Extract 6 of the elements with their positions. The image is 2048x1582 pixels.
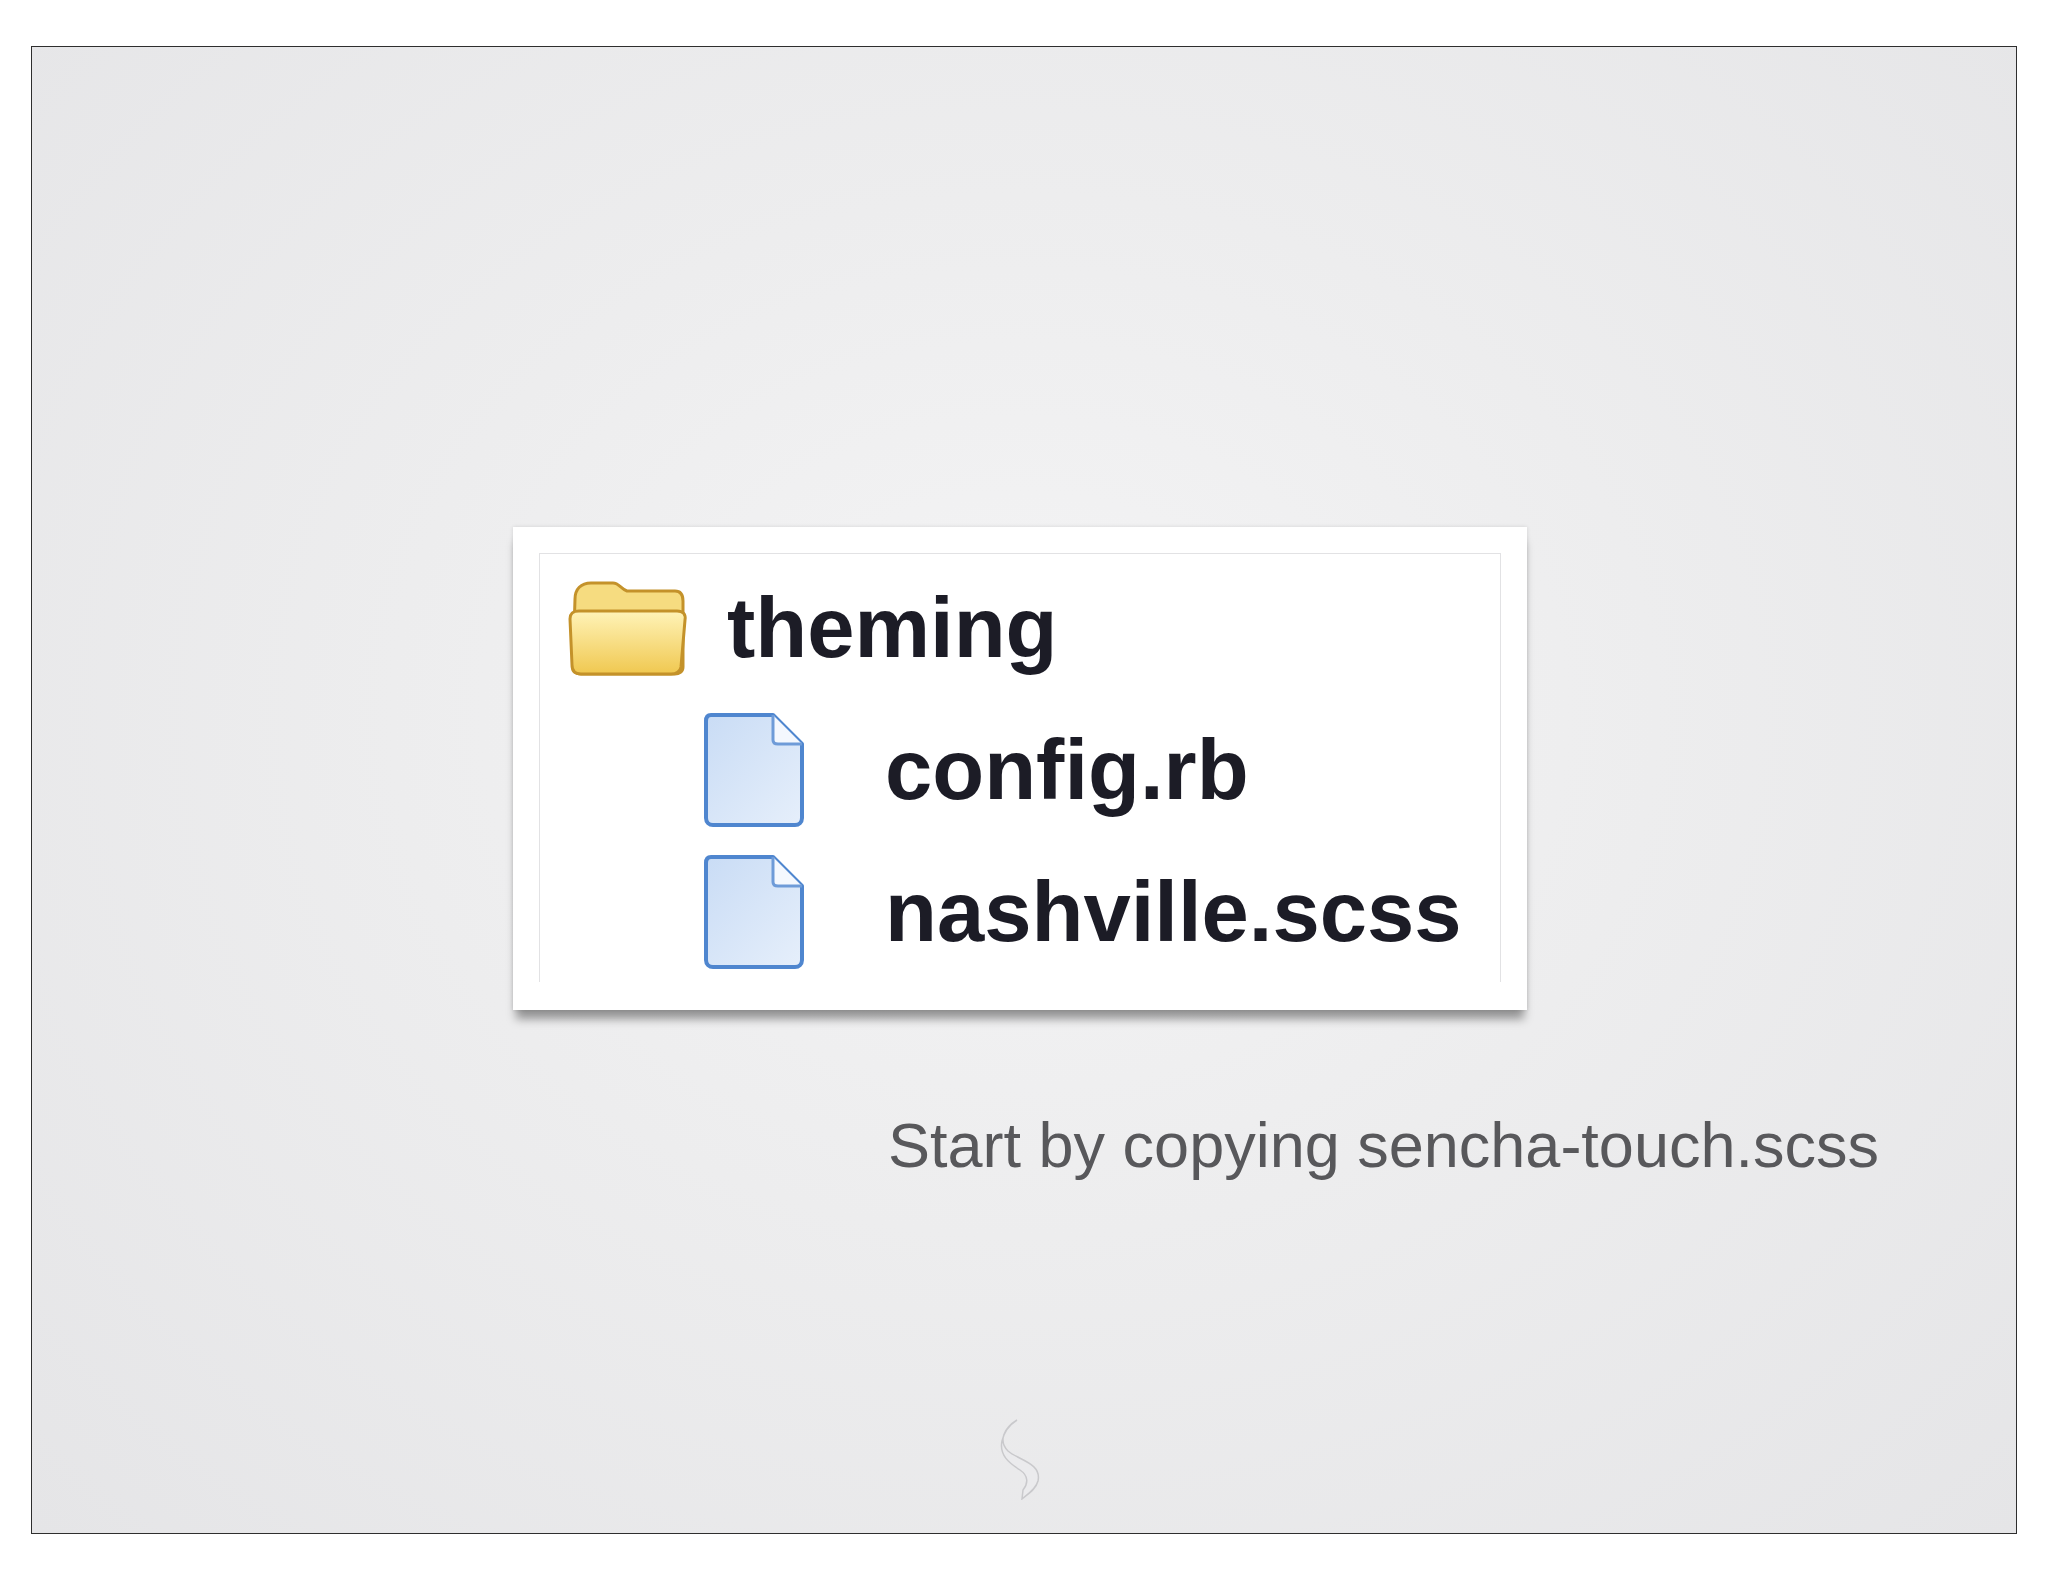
caption-text: Start by copying sencha-touch.scss	[888, 1109, 1879, 1182]
file-name[interactable]: nashville.scss	[885, 859, 1462, 964]
folder-name[interactable]: theming	[727, 576, 1058, 680]
file-name[interactable]: config.rb	[885, 717, 1249, 822]
document-icon	[703, 853, 805, 970]
document-icon	[703, 711, 805, 828]
